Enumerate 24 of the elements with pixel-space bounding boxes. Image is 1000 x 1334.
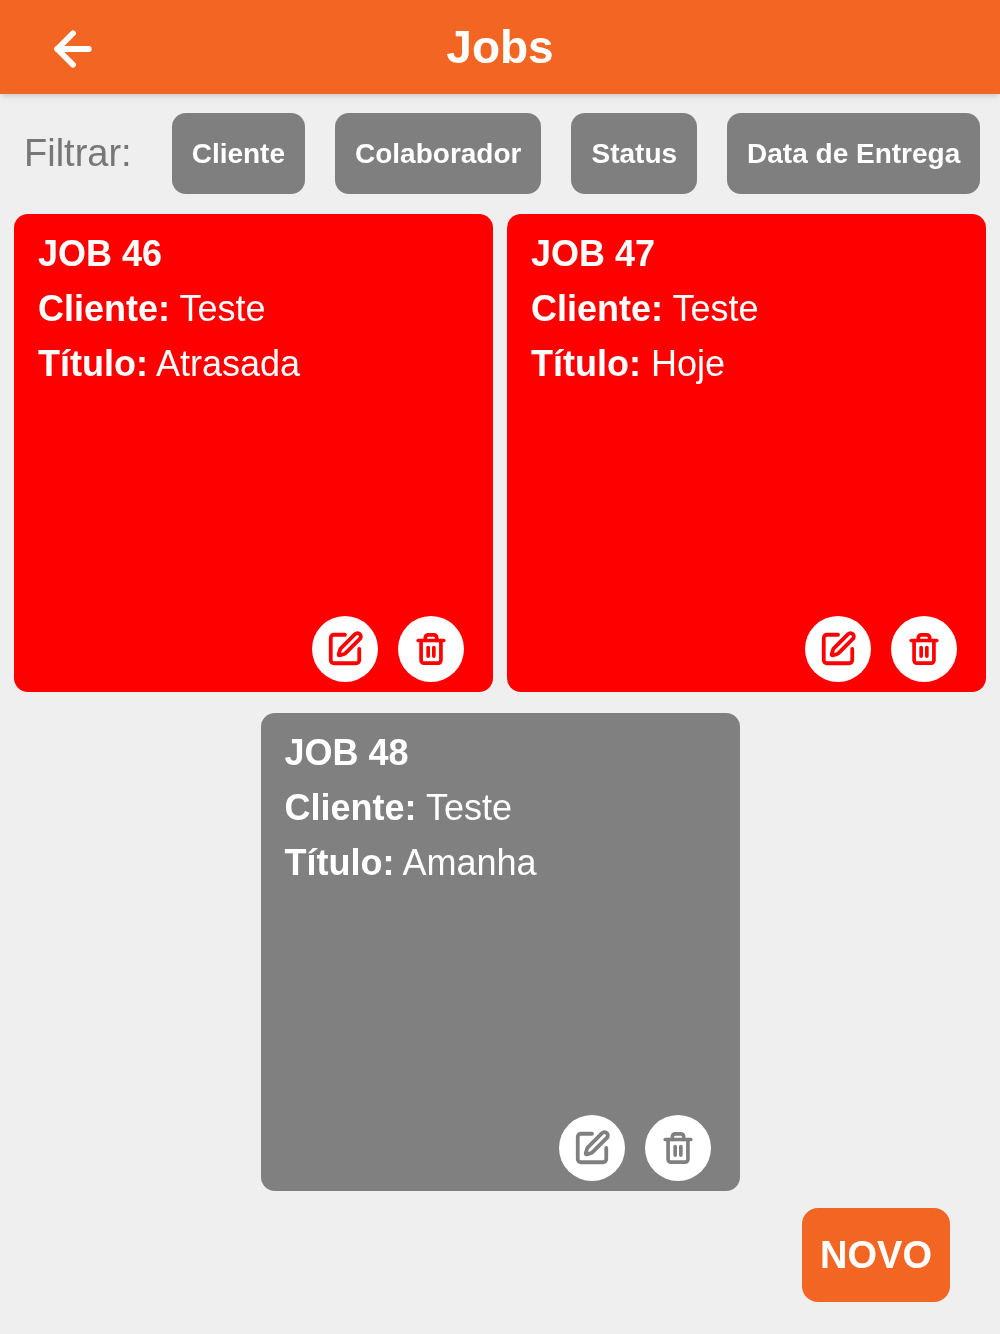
job-field: Título: Amanha <box>284 835 537 890</box>
job-title: JOB 47 <box>531 232 656 276</box>
job-field: Cliente: Teste <box>38 281 266 336</box>
job-card[interactable]: JOB 48 Cliente: Teste Título: Amanha <box>260 713 740 1191</box>
new-button[interactable]: NOVO <box>802 1208 950 1302</box>
job-title: JOB 48 <box>284 731 409 775</box>
job-field: Cliente: Teste <box>284 780 512 835</box>
page-title: Jobs <box>446 19 554 75</box>
job-field: Título: Atrasada <box>38 336 301 391</box>
filter-button[interactable]: Colaborador <box>335 113 542 194</box>
job-card[interactable]: JOB 47 Cliente: Teste Título: Hoje <box>507 214 986 692</box>
job-title: JOB 46 <box>38 232 163 276</box>
job-card[interactable]: JOB 46 Cliente: Teste Título: Atrasada <box>14 214 493 692</box>
edit-icon <box>819 630 857 668</box>
job-field: Título: Hoje <box>531 336 725 391</box>
filter-button[interactable]: Data de Entrega <box>727 113 981 194</box>
edit-icon <box>326 630 364 668</box>
job-field: Cliente: Teste <box>531 281 759 336</box>
filter-button[interactable]: Status <box>571 113 698 194</box>
trash-icon <box>660 1131 695 1165</box>
trash-icon <box>414 632 448 666</box>
filter-label: Filtrar: <box>24 131 132 176</box>
filter-button[interactable]: Cliente <box>171 113 305 194</box>
trash-icon <box>907 632 941 666</box>
